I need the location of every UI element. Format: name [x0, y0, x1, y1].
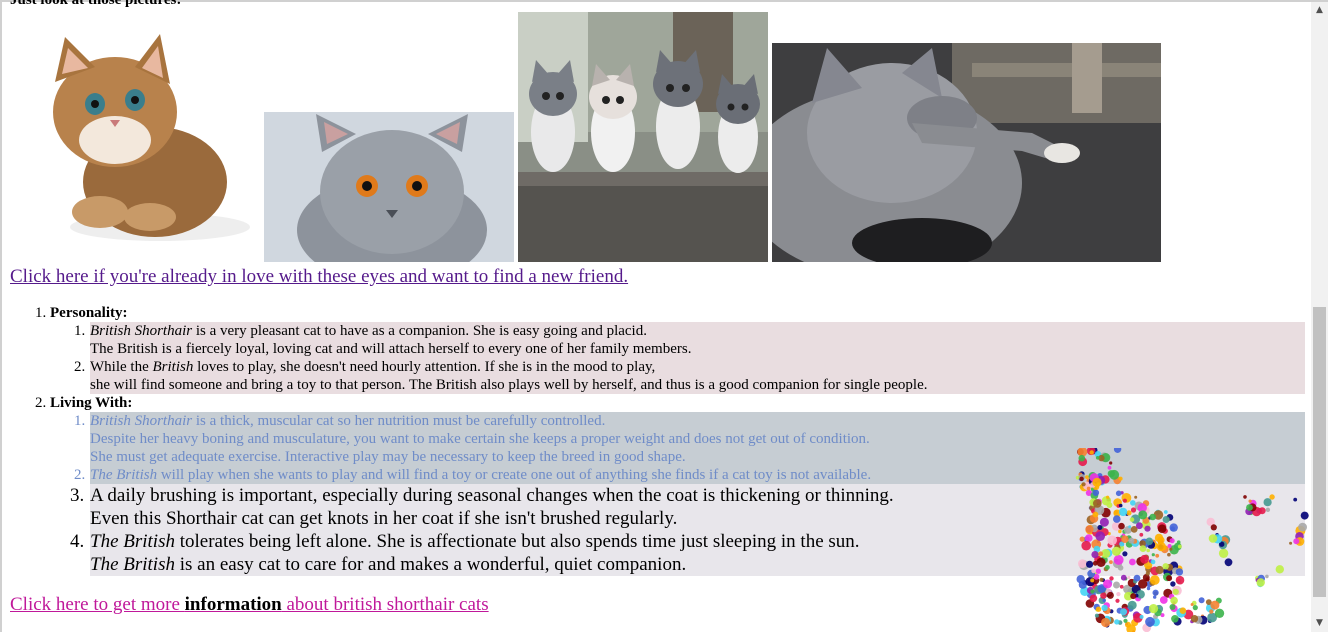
list-item: 1. British Shorthair is a very pleasant …	[74, 323, 692, 357]
kittens-group-image	[518, 12, 768, 262]
find-new-friend-link[interactable]: Click here if you're already in love wit…	[10, 266, 628, 288]
scroll-up-arrow-icon[interactable]: ▲	[1311, 2, 1328, 19]
scrollbar-thumb[interactable]	[1313, 307, 1326, 597]
list-item: 2. While the British loves to play, she …	[74, 359, 928, 393]
living-with-label: Living With:	[50, 395, 133, 411]
personality-label: Personality:	[50, 305, 128, 321]
fluffy-kitten-image	[10, 22, 260, 262]
vertical-scrollbar[interactable]: ▲ ▼	[1311, 2, 1328, 632]
window-top-border	[0, 0, 1328, 2]
grey-cat-face-image	[264, 112, 514, 262]
intro-heading: Just look at those pictures:	[10, 0, 182, 8]
grey-cat-lounging-image	[772, 43, 1161, 262]
colorful-cat-heart-image	[1060, 445, 1310, 634]
personality-section: 1. Personality: 1. British Shorthair is a…	[0, 304, 1310, 394]
more-information-link[interactable]: Click here to get more information about…	[10, 594, 489, 616]
scroll-down-arrow-icon[interactable]: ▼	[1311, 615, 1328, 632]
personality-band: 1. British Shorthair is a very pleasant …	[74, 322, 1305, 394]
